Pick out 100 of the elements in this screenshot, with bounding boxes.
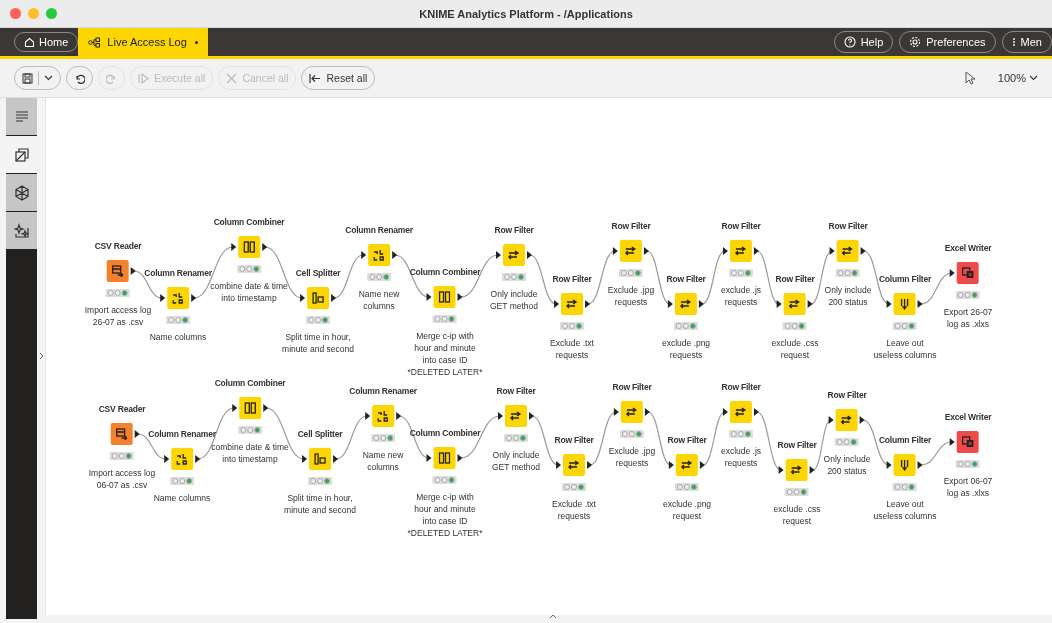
node-description: exclude .png request xyxy=(662,498,712,522)
table-icon xyxy=(112,265,124,277)
columns-icon xyxy=(439,452,451,464)
output-port[interactable] xyxy=(131,267,136,275)
table-icon xyxy=(116,428,128,440)
node-icon[interactable] xyxy=(171,448,193,470)
output-port[interactable] xyxy=(396,412,401,420)
node-icon[interactable] xyxy=(894,454,916,476)
close-window-button[interactable] xyxy=(10,8,21,19)
output-port[interactable] xyxy=(918,461,923,469)
columns-icon xyxy=(244,402,256,414)
rename-icon xyxy=(172,292,184,304)
node-icon[interactable] xyxy=(730,401,752,423)
node-icon[interactable] xyxy=(957,431,979,453)
output-port[interactable] xyxy=(644,247,649,255)
node-icon[interactable] xyxy=(238,236,260,258)
workflow-tab[interactable]: Live Access Log xyxy=(78,28,208,56)
output-port[interactable] xyxy=(262,243,267,251)
node-icon[interactable] xyxy=(784,293,806,315)
output-port[interactable] xyxy=(918,300,923,308)
output-port[interactable] xyxy=(860,416,865,424)
node-icon[interactable] xyxy=(505,405,527,427)
output-port[interactable] xyxy=(392,251,397,259)
columns-icon xyxy=(439,291,451,303)
node-icon[interactable] xyxy=(107,260,129,282)
sidebar-tab[interactable] xyxy=(6,212,37,249)
node-title: Excel Writer xyxy=(944,242,992,254)
save-icon xyxy=(22,72,33,84)
node-icon[interactable] xyxy=(434,447,456,469)
node-title: Column Renamer xyxy=(349,385,417,397)
node-title: Row Filter xyxy=(777,439,817,451)
node-icon[interactable] xyxy=(730,240,752,262)
node-icon[interactable] xyxy=(309,448,331,470)
node-icon[interactable] xyxy=(111,423,133,445)
node-icon[interactable] xyxy=(837,240,859,262)
output-port[interactable] xyxy=(861,247,866,255)
node-description: Only include 200 status xyxy=(824,284,872,308)
node-icon[interactable] xyxy=(676,454,698,476)
rename-icon xyxy=(176,453,188,465)
output-port[interactable] xyxy=(529,412,534,420)
hexagon-icon xyxy=(13,184,30,201)
expand-icon[interactable] xyxy=(549,614,557,619)
node-icon[interactable] xyxy=(675,293,697,315)
output-port[interactable] xyxy=(699,300,704,308)
node-description: combine date & time into timestamp xyxy=(210,280,288,304)
output-port[interactable] xyxy=(458,454,463,462)
node-icon[interactable] xyxy=(167,287,189,309)
node-icon[interactable] xyxy=(620,240,642,262)
output-port[interactable] xyxy=(587,461,592,469)
output-port[interactable] xyxy=(585,300,590,308)
output-port[interactable] xyxy=(263,404,268,412)
table-icon xyxy=(962,267,974,279)
node-title: Row Filter xyxy=(775,273,815,285)
node-description: Name new columns xyxy=(358,288,400,312)
output-port[interactable] xyxy=(808,300,813,308)
node-icon[interactable] xyxy=(786,459,808,481)
filter-icon xyxy=(680,298,692,310)
split-icon xyxy=(314,453,326,465)
output-port[interactable] xyxy=(645,408,650,416)
output-port[interactable] xyxy=(754,408,759,416)
output-port[interactable] xyxy=(527,251,532,259)
node-icon[interactable] xyxy=(503,244,525,266)
split-icon xyxy=(312,292,324,304)
output-port[interactable] xyxy=(135,430,140,438)
menu-icon xyxy=(1011,36,1016,48)
node-title: Column Renamer xyxy=(148,428,216,440)
output-port[interactable] xyxy=(195,455,200,463)
filter-icon xyxy=(735,406,747,418)
filter-icon xyxy=(791,464,803,476)
expand-icon[interactable] xyxy=(38,351,44,360)
output-port[interactable] xyxy=(458,293,463,301)
node-icon[interactable] xyxy=(563,454,585,476)
node-icon[interactable] xyxy=(368,244,390,266)
sidebar-tab[interactable] xyxy=(6,174,37,211)
output-port[interactable] xyxy=(331,294,336,302)
node-icon[interactable] xyxy=(561,293,583,315)
node-icon[interactable] xyxy=(307,287,329,309)
filter-icon xyxy=(566,298,578,310)
node-icon[interactable] xyxy=(836,409,858,431)
node-description: Exclude .txt requests xyxy=(552,498,596,522)
workflow-icon xyxy=(88,36,103,48)
node-title: Row Filter xyxy=(666,273,706,285)
node-description: Only include GET method xyxy=(492,449,540,473)
zoom-select[interactable]: 100% xyxy=(997,72,1038,84)
node-icon[interactable] xyxy=(434,286,456,308)
node-icon[interactable] xyxy=(894,293,916,315)
node-icon[interactable] xyxy=(621,401,643,423)
output-port[interactable] xyxy=(191,294,196,302)
filter-icon xyxy=(508,249,520,261)
columns-icon xyxy=(243,241,255,253)
node-description: Only include GET method xyxy=(490,288,538,312)
node-icon[interactable] xyxy=(957,262,979,284)
output-port[interactable] xyxy=(754,247,759,255)
output-port[interactable] xyxy=(700,461,705,469)
pointer-icon[interactable] xyxy=(963,71,976,85)
sparkle-icon xyxy=(13,222,30,239)
node-icon[interactable] xyxy=(372,405,394,427)
output-port[interactable] xyxy=(810,466,815,474)
output-port[interactable] xyxy=(333,455,338,463)
node-icon[interactable] xyxy=(239,397,261,419)
